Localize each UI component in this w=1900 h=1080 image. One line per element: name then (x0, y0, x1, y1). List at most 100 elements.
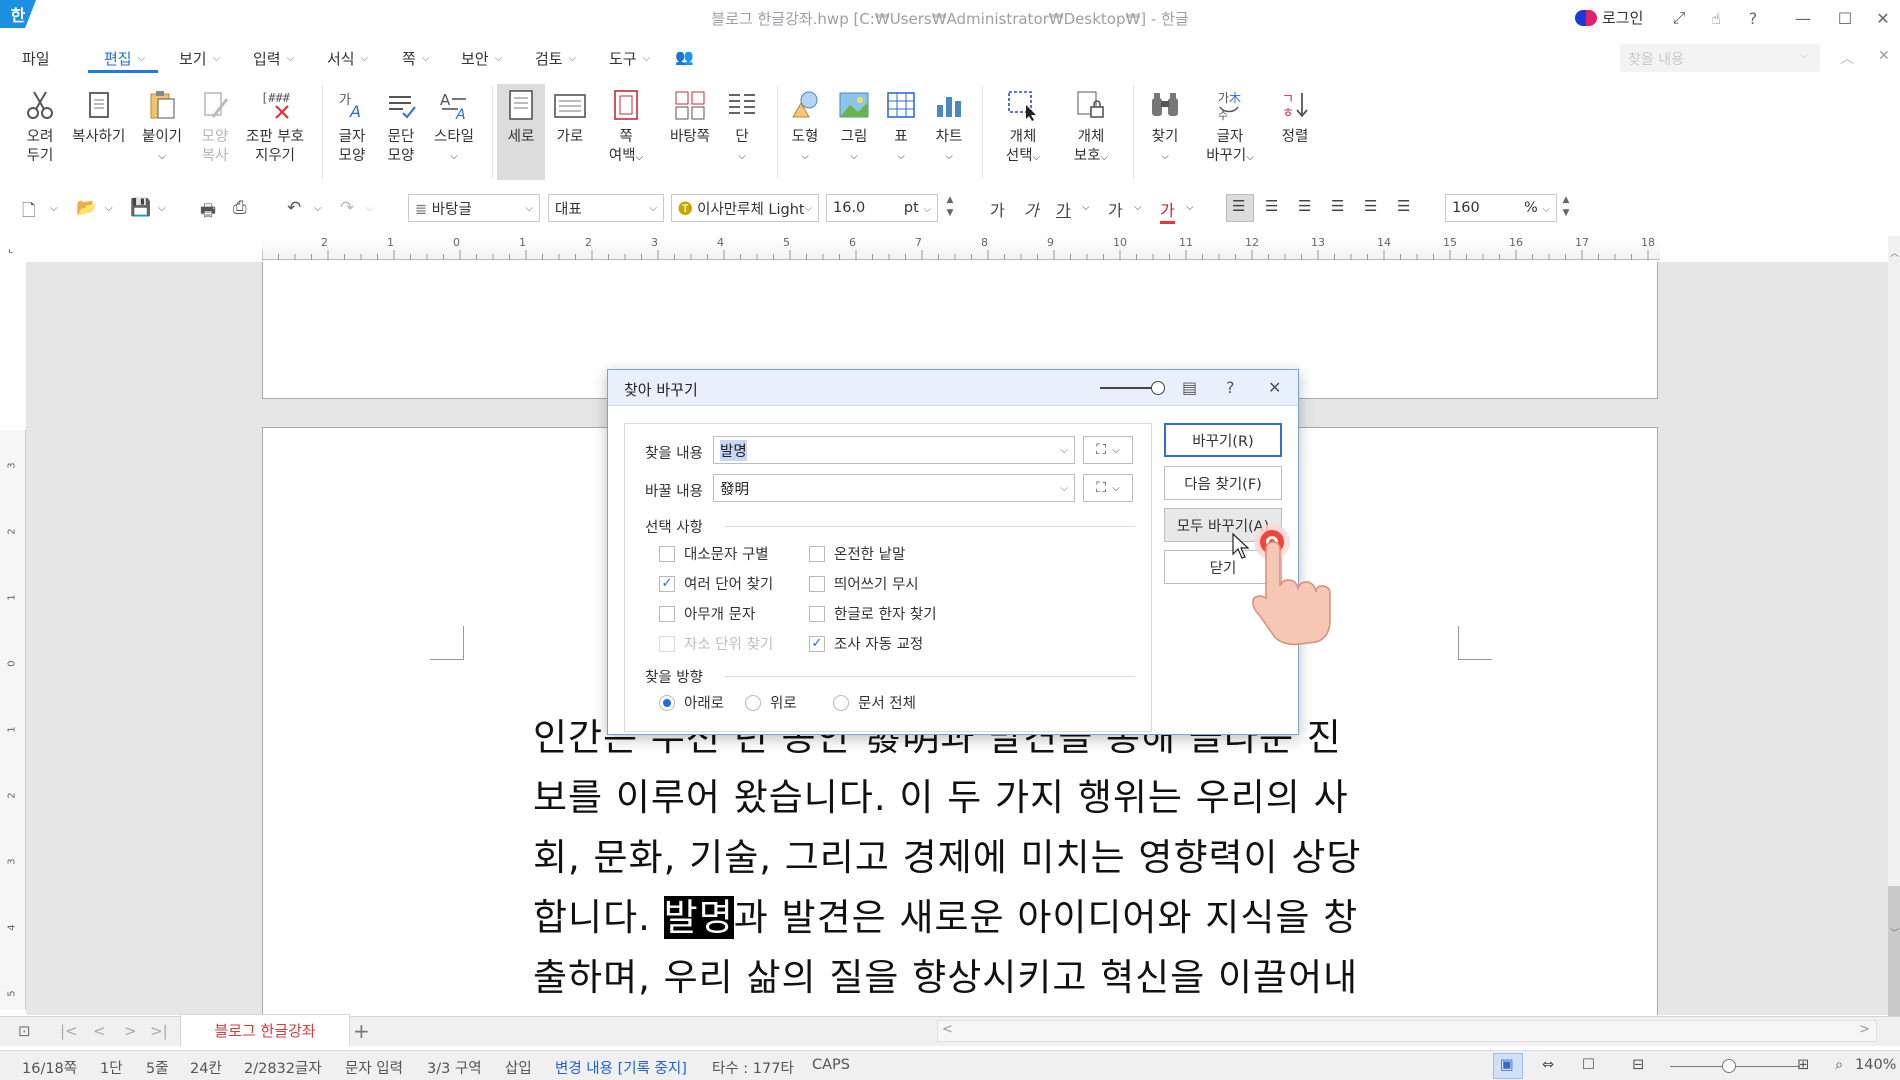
object-select-button[interactable]: 개체 선택⌵ (998, 82, 1048, 167)
option-jamo-search[interactable]: 자소 단위 찾기 (659, 633, 773, 654)
status-page[interactable]: 16/18쪽 (22, 1057, 77, 1078)
horizontal-scrollbar[interactable]: < > (937, 1020, 1877, 1042)
font-select[interactable]: 🅣 이사만루체 Light ⌵ (671, 194, 819, 222)
clear-codes-button[interactable]: [###] 조판 부호지우기 (244, 82, 306, 166)
login-button[interactable]: 로그인 (1575, 7, 1643, 28)
menu-view[interactable]: 보기 ⌵ (179, 48, 220, 69)
collapse-ribbon-icon[interactable]: ︿ (1840, 48, 1854, 68)
option-hanja-search[interactable]: 한글로 한자 찾기 (809, 603, 937, 624)
font-size-input[interactable]: 16.0 pt ⌵ (826, 194, 938, 222)
zoom-search-icon[interactable]: ⌕ (1835, 1057, 1843, 1073)
first-tab-icon[interactable]: |< (60, 1022, 78, 1040)
dialog-close-icon[interactable]: ✕ (1268, 378, 1281, 397)
close-doc-icon[interactable]: ✕ (1878, 48, 1890, 64)
option-auto-particle[interactable]: ✓ 조사 자동 교정 (809, 633, 923, 654)
align-center-icon[interactable]: ☰ (1298, 197, 1311, 215)
chevron-down-icon[interactable]: ⌵ (158, 203, 166, 214)
style-button[interactable]: AA 스타일 ⌵ (428, 82, 480, 166)
fit-width-icon[interactable]: ⇔ (1542, 1057, 1554, 1073)
quick-find-input[interactable]: 찾을 내용 (1620, 44, 1820, 72)
tab-document[interactable]: 블로그 한글강좌 (180, 1014, 350, 1046)
chevron-down-icon[interactable]: ⌵ (1134, 202, 1142, 213)
chart-button[interactable]: 차트 ⌵ (924, 82, 974, 166)
chevron-down-icon[interactable]: ⌵ (314, 203, 322, 214)
chevron-down-icon[interactable]: ⌵ (1082, 202, 1090, 213)
split-align-icon[interactable]: ☰ (1397, 197, 1410, 215)
scroll-up-icon[interactable]: ︿ (1890, 246, 1899, 259)
help-icon[interactable]: ? (1740, 6, 1766, 30)
menu-page[interactable]: 쪽 ⌵ (402, 48, 429, 69)
chevron-down-icon[interactable]: ⌵ (366, 203, 374, 214)
replace-ribbon-button[interactable]: 가木수 글자 바꾸기⌵ (1205, 82, 1255, 167)
object-protect-button[interactable]: 개체 보호⌵ (1066, 82, 1116, 167)
replace-input[interactable]: 發明 ⌵ (713, 474, 1075, 502)
status-zoom[interactable]: 140% (1855, 1057, 1896, 1073)
menu-review[interactable]: 검토 ⌵ (535, 48, 576, 69)
find-input[interactable]: 발명 ⌵ (713, 436, 1075, 464)
option-wildcard[interactable]: 아무개 문자 (659, 603, 755, 624)
direction-up[interactable]: 위로 (745, 692, 797, 713)
table-button[interactable]: 표 ⌵ (876, 82, 926, 166)
align-left-icon[interactable]: ☰ (1265, 197, 1278, 215)
add-tab-button[interactable]: + (353, 1019, 370, 1043)
font-unit-select[interactable]: pt ⌵ (904, 200, 931, 216)
cut-button[interactable]: 오려 두기 (15, 82, 65, 166)
chevron-down-icon[interactable]: ⌵ (1186, 202, 1194, 213)
zoom-in-icon[interactable]: ⊞ (1797, 1057, 1809, 1073)
menu-file[interactable]: 파일 (22, 48, 50, 69)
menu-format[interactable]: 서식 ⌵ (327, 48, 368, 69)
find-special-button[interactable]: ⛶ ⌵ (1083, 436, 1133, 464)
line-spacing-spinner[interactable]: ▲ ▼ (1558, 194, 1574, 222)
close-window-button[interactable]: ✕ (1870, 6, 1896, 30)
undo-icon[interactable]: ↶ (287, 198, 301, 218)
last-tab-icon[interactable]: >| (150, 1022, 168, 1040)
document-text[interactable]: 인간은 수천 년 동안 發明과 발견을 통해 놀라운 진 보를 이루어 왔습니다… (533, 708, 1388, 1008)
print-icon[interactable]: 🖶 (200, 198, 216, 227)
option-whole-word[interactable]: 온전한 낱말 (809, 543, 905, 564)
line-spacing-unit-select[interactable]: % ⌵ (1524, 200, 1550, 216)
sort-button[interactable]: ㄱㅎ 정렬 (1270, 82, 1320, 147)
dialog-help-icon[interactable]: ? (1226, 378, 1235, 397)
chevron-down-icon[interactable]: ⌵ (105, 203, 113, 214)
scroll-down-icon[interactable]: ﹀ (1890, 926, 1899, 939)
zoom-slider-handle[interactable] (1722, 1059, 1736, 1073)
menu-insert[interactable]: 입력 ⌵ (253, 48, 294, 69)
menu-tools[interactable]: 도구 ⌵ (609, 48, 650, 69)
zoom-out-icon[interactable]: ⊟ (1632, 1057, 1644, 1073)
shape-button[interactable]: 도형 ⌵ (780, 82, 830, 166)
ruler-corner-icon[interactable]: ⌞ (8, 242, 13, 255)
language-select[interactable]: 대표 ⌵ (548, 194, 664, 222)
para-shape-button[interactable]: 문단 모양 (376, 82, 426, 166)
replace-button[interactable]: 바꾸기(R) (1164, 423, 1282, 457)
new-doc-icon[interactable]: 🗋 (22, 198, 36, 227)
columns-button[interactable]: 단 ⌵ (717, 82, 767, 166)
chevron-down-icon[interactable]: ⌵ (1800, 50, 1808, 61)
redo-icon[interactable]: ↷ (340, 198, 354, 218)
margins-button[interactable]: 쪽 여백⌵ (601, 82, 651, 167)
collab-icon[interactable]: 👥 (675, 48, 694, 66)
align-right-icon[interactable]: ☰ (1331, 197, 1344, 215)
line-spacing-input[interactable]: 160 % ⌵ (1445, 194, 1557, 222)
menu-security[interactable]: 보안 ⌵ (461, 48, 502, 69)
fit-page-icon[interactable]: ☐ (1582, 1057, 1595, 1073)
font-color-button[interactable]: 가 (1160, 197, 1175, 224)
opacity-slider-handle[interactable] (1151, 381, 1165, 395)
copy-button[interactable]: 복사하기 (72, 82, 125, 147)
vertical-scrollbar[interactable]: ︿ ﹀ (1888, 236, 1900, 1036)
open-folder-icon[interactable]: 📂 (76, 198, 97, 218)
italic-button[interactable]: 가 (1024, 197, 1039, 221)
dialog-titlebar[interactable]: 찾아 바꾸기 ▤ ? ✕ (608, 370, 1298, 406)
status-insert[interactable]: 삽입 (505, 1057, 532, 1078)
status-track-changes[interactable]: 변경 내용 [기록 중지] (555, 1057, 687, 1078)
char-shape-button[interactable]: 가A 글자 모양 (327, 82, 377, 166)
option-ignore-spaces[interactable]: 띄어쓰기 무시 (809, 573, 919, 594)
font-size-spinner[interactable]: ▲ ▼ (942, 194, 958, 222)
option-case-sensitive[interactable]: 대소문자 구별 (659, 543, 769, 564)
paste-button[interactable]: 붙이기 ⌵ (137, 82, 187, 166)
dialog-extend-icon[interactable]: ▤ (1182, 378, 1197, 397)
scroll-left-icon[interactable]: < (942, 1022, 953, 1037)
find-next-button[interactable]: 다음 찾기(F) (1164, 466, 1282, 500)
find-button[interactable]: 찾기 ⌵ (1140, 82, 1190, 166)
picture-button[interactable]: 그림 ⌵ (829, 82, 879, 166)
maximize-button[interactable]: ☐ (1832, 6, 1858, 30)
